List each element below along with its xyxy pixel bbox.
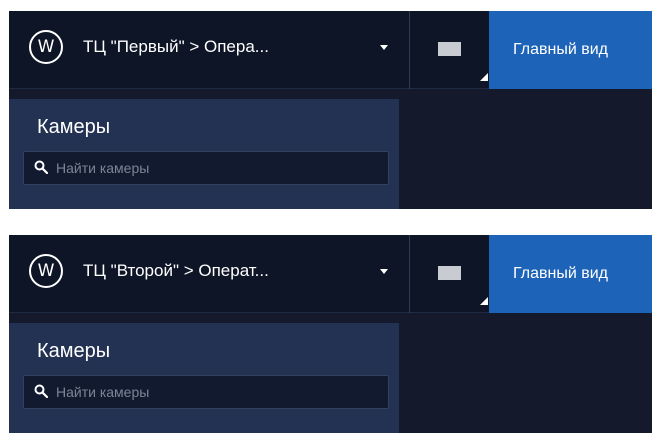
layout-button[interactable] [410, 235, 489, 313]
search-input[interactable] [56, 152, 376, 184]
sidebar-title: Камеры [37, 340, 111, 362]
cameras-sidebar: Камеры [9, 323, 399, 433]
app-panel-1: W ТЦ "Первый" > Опера... Главный вид Кам… [9, 11, 652, 209]
layout-screen-icon [438, 42, 461, 56]
chevron-down-icon[interactable] [380, 269, 388, 274]
chevron-down-icon[interactable] [380, 45, 388, 50]
site-title[interactable]: ТЦ "Первый" > Опера... [83, 37, 363, 57]
workspace-area [409, 89, 652, 209]
sidebar-title: Камеры [37, 116, 111, 138]
site-title[interactable]: ТЦ "Второй" > Операт... [83, 261, 363, 281]
layout-screen-icon [438, 266, 461, 280]
corner-triangle-icon [480, 73, 488, 81]
search-icon [34, 384, 48, 398]
cameras-sidebar: Камеры [9, 99, 399, 209]
app-panel-2: W ТЦ "Второй" > Операт... Главный вид Ка… [9, 235, 652, 433]
w-logo-icon[interactable]: W [29, 254, 63, 288]
w-logo-icon[interactable]: W [29, 30, 63, 64]
top-bar: W ТЦ "Второй" > Операт... Главный вид [9, 235, 652, 313]
search-icon [34, 160, 48, 174]
corner-triangle-icon [480, 297, 488, 305]
top-bar: W ТЦ "Первый" > Опера... Главный вид [9, 11, 652, 89]
tab-main-view[interactable]: Главный вид [489, 235, 652, 313]
workspace-area [409, 313, 652, 433]
layout-button[interactable] [410, 11, 489, 89]
search-input[interactable] [56, 376, 376, 408]
camera-search-box[interactable] [23, 375, 389, 409]
camera-search-box[interactable] [23, 151, 389, 185]
tab-main-view[interactable]: Главный вид [489, 11, 652, 89]
